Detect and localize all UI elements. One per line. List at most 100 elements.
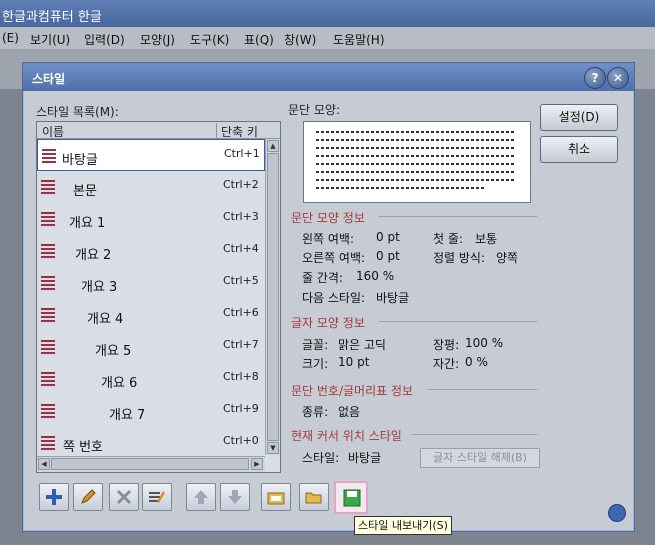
import-style-button[interactable] bbox=[299, 483, 329, 511]
help-button[interactable]: ? bbox=[584, 67, 606, 89]
column-name-header[interactable]: 이름 bbox=[42, 123, 64, 140]
delete-icon bbox=[116, 489, 132, 505]
section-title: 현재 커서 위치 스타일 bbox=[291, 429, 402, 443]
edit-style-list-button[interactable] bbox=[142, 483, 172, 511]
font-label: 글꼴: bbox=[302, 338, 329, 352]
paragraph-style-icon bbox=[41, 340, 55, 354]
style-rows: 바탕글 Ctrl+1 본문 Ctrl+2 개요 1 Ctrl+3 개요 2 Ctrl+4 개요 … bbox=[37, 139, 265, 455]
align-label: 정렬 방식: bbox=[433, 251, 486, 265]
style-list-item[interactable]: 개요 7 Ctrl+9 bbox=[37, 395, 265, 427]
menu-item-view[interactable]: 보기(U) bbox=[30, 31, 70, 48]
scroll-down-icon[interactable]: ▼ bbox=[267, 442, 279, 454]
set-button[interactable]: 설정(D) bbox=[540, 104, 618, 131]
paragraph-style-icon bbox=[41, 372, 55, 386]
preview-line bbox=[316, 139, 516, 141]
scroll-right-icon[interactable]: ▶ bbox=[251, 458, 263, 470]
close-button[interactable]: ✕ bbox=[607, 67, 629, 89]
dialog-title-bar: 스타일 ? ✕ bbox=[23, 63, 634, 91]
style-list-item[interactable]: 바탕글 Ctrl+1 bbox=[37, 139, 265, 171]
style-list-item[interactable]: 개요 4 Ctrl+6 bbox=[37, 299, 265, 331]
paragraph-style-icon bbox=[41, 276, 55, 290]
style-name: 개요 5 bbox=[95, 344, 132, 359]
style-manager-button[interactable] bbox=[261, 483, 291, 511]
menu-item-insert[interactable]: 입력(D) bbox=[84, 31, 125, 48]
column-key-header[interactable]: 단축 키 bbox=[216, 123, 258, 139]
style-name: 개요 2 bbox=[75, 248, 112, 263]
folder-list-icon bbox=[267, 492, 285, 505]
list-header: 이름 단축 키 bbox=[37, 122, 280, 139]
next-style-value: 바탕글 bbox=[376, 291, 410, 305]
style-shortcut: Ctrl+6 bbox=[223, 306, 259, 319]
style-list-item[interactable]: 개요 1 Ctrl+3 bbox=[37, 203, 265, 235]
style-list-item[interactable]: 개요 6 Ctrl+8 bbox=[37, 363, 265, 395]
style-name: 개요 7 bbox=[109, 408, 146, 423]
paragraph-info-section: 문단 모양 정보 bbox=[291, 209, 537, 226]
right-margin-value: 0 pt bbox=[376, 249, 400, 263]
arrow-up-icon bbox=[194, 490, 208, 504]
move-up-button[interactable] bbox=[186, 483, 216, 511]
font-value: 맑은 고딕 bbox=[338, 338, 386, 352]
dialog-title: 스타일 bbox=[32, 72, 66, 86]
preview-label: 문단 모양: bbox=[288, 103, 341, 117]
section-divider bbox=[379, 321, 537, 322]
preview-line bbox=[316, 171, 516, 173]
scroll-up-icon[interactable]: ▲ bbox=[267, 140, 279, 152]
next-style-label: 다음 스타일: bbox=[302, 291, 366, 305]
menu-item-format[interactable]: 모양(J) bbox=[140, 31, 175, 48]
style-shortcut: Ctrl+9 bbox=[223, 402, 259, 415]
app-title-bar: 한글과컴퓨터 한글 bbox=[0, 0, 655, 27]
horizontal-scroll-thumb[interactable] bbox=[51, 458, 249, 470]
style-list-item[interactable]: 쪽 번호 Ctrl+0 bbox=[37, 427, 265, 455]
cursor-style-value: 바탕글 bbox=[348, 451, 382, 465]
menu-item-help[interactable]: 도움말(H) bbox=[333, 31, 385, 48]
menu-item-edit[interactable]: (E) bbox=[2, 31, 19, 45]
style-shortcut: Ctrl+2 bbox=[223, 178, 259, 191]
delete-style-button[interactable] bbox=[109, 483, 139, 511]
style-list-item[interactable]: 본문 Ctrl+2 bbox=[37, 171, 265, 203]
style-shortcut: Ctrl+7 bbox=[223, 338, 259, 351]
size-label: 크기: bbox=[302, 357, 329, 371]
export-tooltip: 스타일 내보내기(S) bbox=[354, 516, 452, 535]
section-title: 문단 모양 정보 bbox=[291, 211, 365, 225]
app-title: 한글과컴퓨터 한글 bbox=[2, 10, 102, 25]
arrow-down-icon bbox=[228, 490, 242, 504]
vertical-scrollbar[interactable]: ▲ ▼ bbox=[265, 139, 280, 455]
cancel-button[interactable]: 취소 bbox=[540, 136, 618, 163]
left-margin-label: 왼쪽 여백: bbox=[302, 232, 355, 246]
paragraph-style-icon bbox=[41, 404, 55, 418]
export-style-button[interactable] bbox=[334, 481, 368, 514]
preview-line bbox=[316, 179, 516, 181]
release-char-style-button[interactable]: 글자 스타일 해제(B) bbox=[420, 448, 540, 468]
menu-item-tools[interactable]: 도구(K) bbox=[190, 31, 229, 48]
folder-open-icon bbox=[305, 492, 322, 504]
numbering-kind-label: 종류: bbox=[302, 405, 329, 419]
options-icon[interactable] bbox=[608, 504, 626, 522]
style-shortcut: Ctrl+5 bbox=[223, 274, 259, 287]
edit-style-button[interactable] bbox=[73, 483, 103, 511]
scroll-left-icon[interactable]: ◀ bbox=[38, 458, 50, 470]
first-line-value: 보통 bbox=[475, 232, 498, 246]
style-list-item[interactable]: 개요 2 Ctrl+4 bbox=[37, 235, 265, 267]
move-down-button[interactable] bbox=[220, 483, 250, 511]
menu-item-table[interactable]: 표(Q) bbox=[244, 31, 274, 48]
paragraph-preview bbox=[303, 121, 531, 203]
style-list-item[interactable]: 개요 3 Ctrl+5 bbox=[37, 267, 265, 299]
size-value: 10 pt bbox=[338, 355, 370, 369]
vertical-scroll-thumb[interactable] bbox=[267, 153, 279, 441]
line-spacing-value: 160 % bbox=[356, 269, 395, 283]
menu-item-window[interactable]: 창(W) bbox=[284, 31, 316, 48]
width-label: 장평: bbox=[433, 338, 460, 352]
section-title: 글자 모양 정보 bbox=[291, 316, 365, 330]
add-style-button[interactable] bbox=[39, 483, 69, 511]
plus-icon bbox=[46, 489, 62, 505]
style-shortcut: Ctrl+4 bbox=[223, 242, 259, 255]
menu-bar: (E) 보기(U) 입력(D) 모양(J) 도구(K) 표(Q) 창(W) 도움… bbox=[0, 27, 655, 49]
preview-line bbox=[316, 147, 516, 149]
preview-line bbox=[316, 155, 516, 157]
horizontal-scrollbar[interactable]: ◀ ▶ bbox=[37, 456, 265, 472]
style-list-item[interactable]: 개요 5 Ctrl+7 bbox=[37, 331, 265, 363]
style-shortcut: Ctrl+8 bbox=[223, 370, 259, 383]
pencil-icon bbox=[81, 489, 96, 504]
style-list[interactable]: 이름 단축 키 바탕글 Ctrl+1 본문 Ctrl+2 개요 1 Ctrl+3 개요 2 C… bbox=[36, 121, 281, 473]
paragraph-style-icon bbox=[41, 180, 55, 194]
